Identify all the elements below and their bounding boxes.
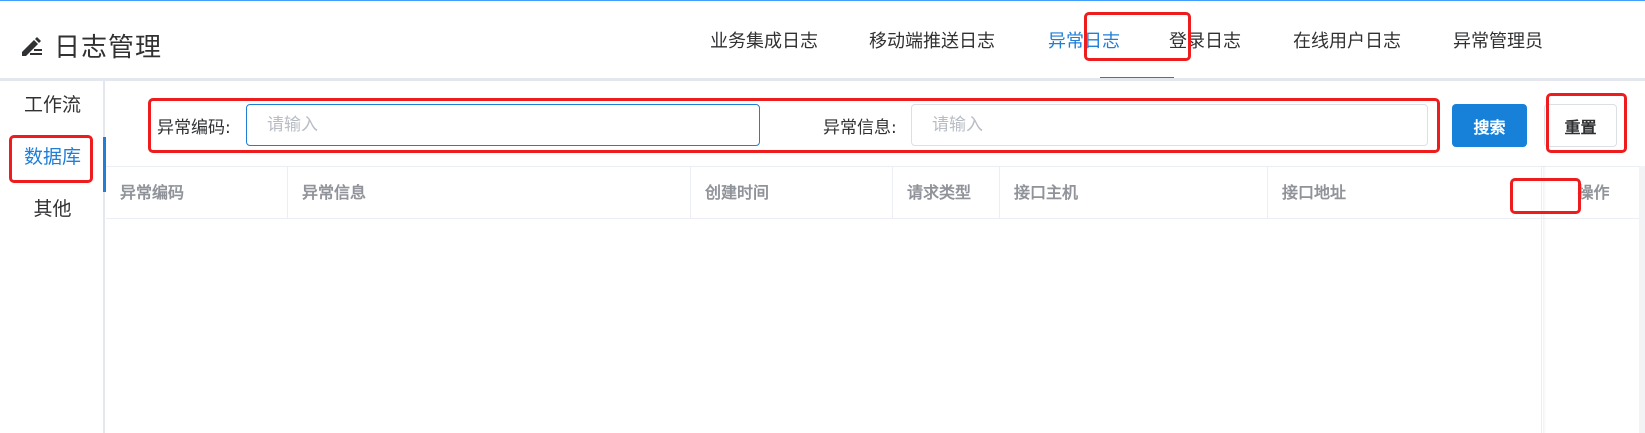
page-header: 日志管理 业务集成日志 移动端推送日志 异常日志 登录日志 在线用户日志 异常管… <box>0 1 1645 80</box>
scrollbar-track[interactable] <box>1639 166 1645 433</box>
nav-tab-mobile-push-log[interactable]: 移动端推送日志 <box>858 1 1006 78</box>
column-header-request-type[interactable]: 请求类型 <box>893 167 1000 219</box>
exception-info-label: 异常信息: <box>823 118 897 138</box>
edit-pen-icon <box>22 37 42 56</box>
sidebar-item-other[interactable]: 其他 <box>0 185 105 233</box>
column-header-actions: 操作 <box>1577 183 1610 202</box>
nav-tab-business-log[interactable]: 业务集成日志 <box>700 1 828 78</box>
nav-tab-login-log[interactable]: 登录日志 <box>1160 1 1250 78</box>
sidebar-item-database[interactable]: 数据库 <box>0 133 105 181</box>
nav-tab-exception-admin[interactable]: 异常管理员 <box>1444 1 1552 78</box>
column-header-interface-host[interactable]: 接口主机 <box>1000 167 1268 219</box>
exception-table: 异常编码 异常信息 创建时间 请求类型 接口主机 接口地址 操作 <box>106 166 1645 433</box>
sidebar-divider <box>103 81 105 433</box>
brand: 日志管理 <box>18 25 162 65</box>
column-header-exception-info[interactable]: 异常信息 <box>288 167 691 219</box>
actions-column-shadow <box>1543 166 1546 433</box>
actions-column-divider <box>1541 166 1542 433</box>
header-divider <box>0 78 1645 81</box>
column-header-exception-code[interactable]: 异常编码 <box>106 167 288 219</box>
table-header: 异常编码 异常信息 创建时间 请求类型 接口主机 接口地址 操作 <box>106 166 1645 219</box>
column-header-created-time[interactable]: 创建时间 <box>691 167 893 219</box>
nav-tab-online-user-log[interactable]: 在线用户日志 <box>1283 1 1411 78</box>
search-button[interactable]: 搜索 <box>1452 104 1527 147</box>
sidebar-item-workflow[interactable]: 工作流 <box>0 81 105 129</box>
reset-button[interactable]: 重置 <box>1544 104 1617 147</box>
exception-info-input[interactable] <box>911 104 1428 146</box>
page-title: 日志管理 <box>54 32 163 63</box>
exception-code-label: 异常编码: <box>157 118 231 138</box>
column-header-interface-address[interactable]: 接口地址 <box>1268 167 1541 219</box>
sidebar: 工作流 数据库 其他 <box>0 81 105 433</box>
exception-code-input[interactable] <box>246 104 760 146</box>
nav-tab-exception-log[interactable]: 异常日志 <box>1034 1 1134 78</box>
